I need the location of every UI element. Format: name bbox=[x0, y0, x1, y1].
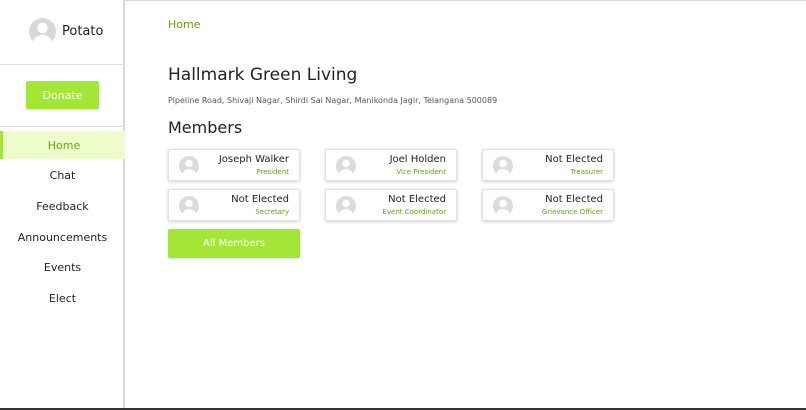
member-avatar bbox=[336, 196, 356, 216]
member-card[interactable]: Joseph Walker President bbox=[168, 149, 300, 181]
members-heading: Members bbox=[168, 118, 243, 137]
sidebar: Potato Donate Home Chat Feedback Announc… bbox=[0, 0, 125, 408]
member-role: Vice President bbox=[396, 168, 446, 176]
member-card[interactable]: Not Elected Event Coordinator bbox=[325, 189, 457, 221]
page-title: Hallmark Green Living bbox=[168, 65, 358, 85]
sidebar-nav: Home Chat Feedback Announcements Events … bbox=[0, 131, 125, 315]
member-avatar bbox=[179, 196, 199, 216]
donate-button[interactable]: Donate bbox=[26, 81, 99, 109]
member-role: Treasurer bbox=[570, 168, 603, 176]
member-name: Not Elected bbox=[545, 194, 603, 205]
member-card[interactable]: Not Elected Secretary bbox=[168, 189, 300, 221]
all-members-button[interactable]: All Members bbox=[168, 229, 300, 258]
member-role: President bbox=[256, 168, 289, 176]
member-name: Joel Holden bbox=[389, 154, 446, 165]
member-avatar bbox=[493, 156, 513, 176]
member-role: Secretary bbox=[255, 208, 289, 216]
member-card[interactable]: Not Elected Treasurer bbox=[482, 149, 614, 181]
sidebar-item-home[interactable]: Home bbox=[0, 131, 125, 159]
profile-name[interactable]: Potato bbox=[62, 24, 103, 39]
member-avatar bbox=[336, 156, 356, 176]
sidebar-item-events[interactable]: Events bbox=[0, 254, 125, 282]
breadcrumb[interactable]: Home bbox=[168, 18, 200, 31]
sidebar-item-chat[interactable]: Chat bbox=[0, 162, 125, 190]
sidebar-item-elect[interactable]: Elect bbox=[0, 284, 125, 312]
avatar[interactable] bbox=[29, 18, 56, 45]
member-name: Not Elected bbox=[231, 194, 289, 205]
member-name: Not Elected bbox=[388, 194, 446, 205]
member-avatar bbox=[493, 196, 513, 216]
sidebar-item-announcements[interactable]: Announcements bbox=[0, 223, 125, 251]
member-name: Joseph Walker bbox=[218, 154, 289, 165]
member-role: Grievance Officer bbox=[541, 208, 603, 216]
member-name: Not Elected bbox=[545, 154, 603, 165]
sidebar-divider bbox=[0, 126, 125, 127]
community-address: Pipeline Road, Shivaji Nagar, Shirdi Sai… bbox=[168, 96, 498, 105]
sidebar-item-feedback[interactable]: Feedback bbox=[0, 192, 125, 220]
member-avatar bbox=[179, 156, 199, 176]
member-card[interactable]: Joel Holden Vice President bbox=[325, 149, 457, 181]
member-role: Event Coordinator bbox=[382, 208, 446, 216]
profile-section: Potato bbox=[0, 0, 125, 65]
member-card[interactable]: Not Elected Grievance Officer bbox=[482, 189, 614, 221]
